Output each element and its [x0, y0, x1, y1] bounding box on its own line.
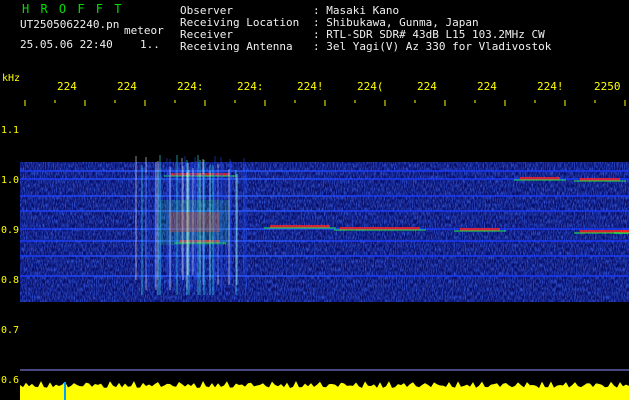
datetime-label: 25.05.06 22:40: [20, 38, 113, 51]
signal-warm: [614, 232, 629, 234]
receiver-value: : RTL-SDR SDR# 43dB L15 103.2MHz CW: [313, 28, 545, 41]
count-label: 1..: [140, 38, 160, 51]
x-tick-label: 224: [417, 80, 437, 93]
x-tick-label: 224: [477, 80, 497, 93]
x-tick-label: 224!: [537, 80, 564, 93]
observer-value: : Masaki Kano: [313, 4, 400, 17]
filename-label: UT2505062240.pn: [20, 18, 120, 31]
signal-warm: [264, 227, 336, 229]
y-tick-label: 1.0: [0, 175, 20, 186]
noise-texture: [20, 162, 629, 302]
meteor-tag: meteor: [124, 24, 164, 37]
carrier-line: [20, 210, 629, 212]
x-tick-label: 224:: [177, 80, 204, 93]
y-tick-label: 0.6: [0, 375, 20, 386]
antenna-value: : 3el Yagi(V) Az 330 for Vladivostok: [313, 40, 552, 53]
signal-warm: [334, 229, 426, 231]
carrier-line: [20, 255, 629, 257]
signal-warm: [574, 180, 626, 182]
location-value: : Shibukawa, Gunma, Japan: [313, 16, 479, 29]
y-tick-label: 0.7: [0, 325, 20, 336]
carrier-line: [20, 170, 629, 172]
y-tick-label: 1.1: [0, 125, 20, 136]
x-tick-label: 224(: [357, 80, 384, 93]
receiver-label: Receiver: [180, 28, 233, 41]
x-tick-label: 224!: [297, 80, 324, 93]
antenna-label: Receiving Antenna: [180, 40, 293, 53]
brand-title: H R O F F T: [22, 2, 124, 16]
x-tick-label: 224: [57, 80, 77, 93]
x-tick-label: 224:: [237, 80, 264, 93]
carrier-line: [20, 195, 629, 197]
observer-label: Observer: [180, 4, 233, 17]
level-bar: [20, 381, 629, 400]
spectrogram-waterfall: [20, 100, 629, 400]
y-tick-label: 0.8: [0, 275, 20, 286]
signal-warm: [454, 230, 506, 232]
frequency-unit-label: kHz: [2, 73, 21, 84]
carrier-line: [20, 275, 629, 277]
signal-warm: [514, 179, 566, 181]
location-label: Receiving Location: [180, 16, 300, 29]
x-tick-label: 224: [117, 80, 137, 93]
x-tick-label: 2250: [594, 80, 621, 93]
y-tick-label: 0.9: [0, 225, 20, 236]
carrier-line: [20, 240, 629, 242]
meteor-glow: [160, 200, 230, 245]
